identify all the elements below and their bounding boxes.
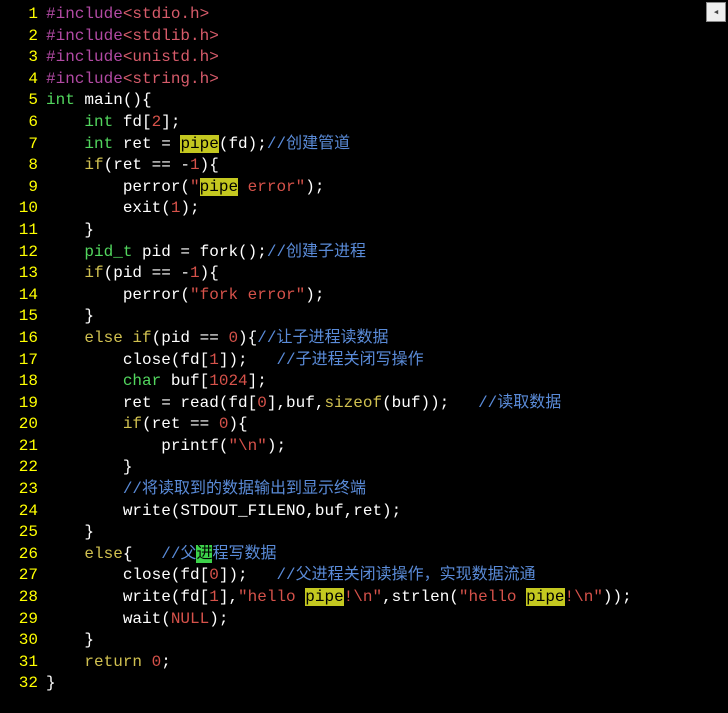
code-line: 16 else if(pid == 0){//让子进程读数据 — [0, 328, 728, 350]
code-line: 10 exit(1); — [0, 198, 728, 220]
line-number: 29 — [0, 609, 46, 631]
line-number: 19 — [0, 393, 46, 415]
line-number: 13 — [0, 263, 46, 285]
code-line: 32} — [0, 673, 728, 695]
search-highlight: pipe — [200, 178, 238, 196]
line-number: 16 — [0, 328, 46, 350]
code-line: 18 char buf[1024]; — [0, 371, 728, 393]
code-line: 24 write(STDOUT_FILENO,buf,ret); — [0, 501, 728, 523]
code-line: 26 else{ //父进程写数据 — [0, 544, 728, 566]
code-line: 5int main(){ — [0, 90, 728, 112]
line-number: 15 — [0, 306, 46, 328]
code-line: 31 return 0; — [0, 652, 728, 674]
line-number: 10 — [0, 198, 46, 220]
code-line: 15 } — [0, 306, 728, 328]
line-number: 27 — [0, 565, 46, 587]
line-number: 30 — [0, 630, 46, 652]
line-number: 21 — [0, 436, 46, 458]
code-line: 27 close(fd[0]); //父进程关闭读操作，实现数据流通 — [0, 565, 728, 587]
code-line: 12 pid_t pid = fork();//创建子进程 — [0, 242, 728, 264]
line-number: 5 — [0, 90, 46, 112]
code-line: 23 //将读取到的数据输出到显示终端 — [0, 479, 728, 501]
code-line: 22 } — [0, 457, 728, 479]
line-number: 31 — [0, 652, 46, 674]
line-number: 9 — [0, 177, 46, 199]
line-number: 4 — [0, 69, 46, 91]
line-number: 2 — [0, 26, 46, 48]
code-line: 17 close(fd[1]); //子进程关闭写操作 — [0, 350, 728, 372]
code-line: 25 } — [0, 522, 728, 544]
code-line: 8 if(ret == -1){ — [0, 155, 728, 177]
scroll-left-icon[interactable]: ◂ — [706, 2, 726, 22]
line-number: 23 — [0, 479, 46, 501]
code-line: 19 ret = read(fd[0],buf,sizeof(buf)); //… — [0, 393, 728, 415]
line-number: 20 — [0, 414, 46, 436]
line-number: 1 — [0, 4, 46, 26]
code-line: 1#include<stdio.h> — [0, 4, 728, 26]
code-line: 4#include<string.h> — [0, 69, 728, 91]
line-number: 14 — [0, 285, 46, 307]
line-number: 22 — [0, 457, 46, 479]
text-cursor: 进 — [196, 545, 212, 563]
line-number: 17 — [0, 350, 46, 372]
search-highlight: pipe — [180, 135, 218, 153]
code-line: 21 printf("\n"); — [0, 436, 728, 458]
line-number: 25 — [0, 522, 46, 544]
line-number: 3 — [0, 47, 46, 69]
line-number: 12 — [0, 242, 46, 264]
line-number: 11 — [0, 220, 46, 242]
line-number: 7 — [0, 134, 46, 156]
line-number: 28 — [0, 587, 46, 609]
line-number: 8 — [0, 155, 46, 177]
code-line: 9 perror("pipe error"); — [0, 177, 728, 199]
code-line: 13 if(pid == -1){ — [0, 263, 728, 285]
code-line: 30 } — [0, 630, 728, 652]
code-line: 29 wait(NULL); — [0, 609, 728, 631]
line-number: 32 — [0, 673, 46, 695]
code-line: 7 int ret = pipe(fd);//创建管道 — [0, 134, 728, 156]
line-number: 24 — [0, 501, 46, 523]
code-line: 6 int fd[2]; — [0, 112, 728, 134]
code-line: 3#include<unistd.h> — [0, 47, 728, 69]
code-line: 28 write(fd[1],"hello pipe!\n",strlen("h… — [0, 587, 728, 609]
code-line: 20 if(ret == 0){ — [0, 414, 728, 436]
line-number: 6 — [0, 112, 46, 134]
code-line: 2#include<stdlib.h> — [0, 26, 728, 48]
line-number: 18 — [0, 371, 46, 393]
search-highlight: pipe — [305, 588, 343, 606]
code-line: 14 perror("fork error"); — [0, 285, 728, 307]
search-highlight: pipe — [526, 588, 564, 606]
line-number: 26 — [0, 544, 46, 566]
code-editor[interactable]: 1#include<stdio.h> 2#include<stdlib.h> 3… — [0, 0, 728, 699]
code-line: 11 } — [0, 220, 728, 242]
